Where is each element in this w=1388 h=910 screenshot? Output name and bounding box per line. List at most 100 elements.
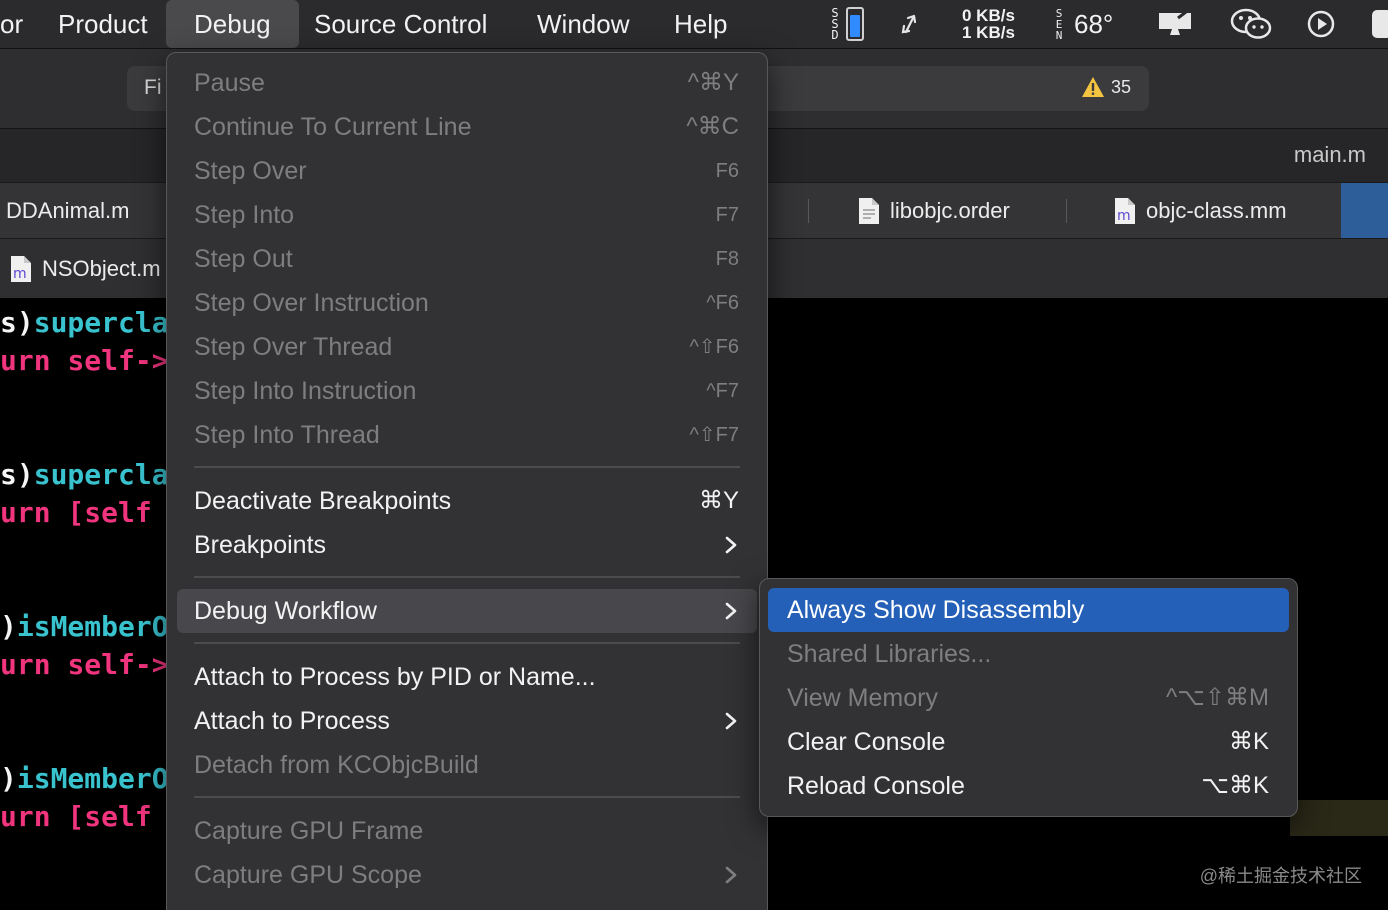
menu-item-debug[interactable]: Debug	[166, 0, 299, 48]
file-icon: m	[11, 256, 31, 282]
code-line: urn self->	[0, 648, 169, 681]
temperature-value: 68°	[1074, 8, 1114, 39]
menu-item-capture-gpu-scope[interactable]: Capture GPU Scope	[167, 853, 767, 897]
submenu-item-clear-console[interactable]: Clear Console ⌘K	[760, 720, 1297, 764]
code-token: urn	[0, 344, 68, 377]
menu-item-step-over-thread[interactable]: Step Over Thread ^⇧F6	[167, 325, 767, 369]
network-speed[interactable]: 0 KB/s 1 KB/s	[962, 0, 1015, 48]
wind-direction-label: SEN	[1055, 6, 1063, 42]
tab-selected-indicator[interactable]	[1341, 183, 1388, 239]
warning-count: 35	[1110, 76, 1131, 97]
display-icon[interactable]	[1156, 0, 1194, 48]
menu-item-shortcut: ^⇧F7	[689, 424, 739, 446]
submenu-item-view-memory[interactable]: View Memory ^⌥⇧⌘M	[760, 676, 1297, 720]
svg-text:m: m	[1117, 208, 1131, 224]
play-icon[interactable]	[1306, 0, 1336, 48]
menu-item-continue-to-current-line[interactable]: Continue To Current Line ^⌘C	[167, 105, 767, 149]
code-line: )isMemberO	[0, 762, 169, 795]
menu-item-help[interactable]: Help	[674, 0, 727, 48]
menu-item-label: Reload Console	[787, 772, 965, 800]
menu-item-product[interactable]: Product	[58, 0, 148, 48]
tab-libobjc-order[interactable]: libobjc.order	[858, 183, 1010, 239]
menu-item-step-out[interactable]: Step Out F8	[167, 237, 767, 281]
menu-item-deactivate-breakpoints[interactable]: Deactivate Breakpoints ⌘Y	[167, 479, 767, 523]
menu-item-label: Capture GPU Frame	[194, 817, 424, 845]
menu-item-label: Step Over Instruction	[194, 289, 429, 317]
menu-item-label: Always Show Disassembly	[787, 596, 1085, 624]
code-token: self->	[67, 344, 169, 377]
menu-item-shortcut: ⌘K	[1228, 728, 1269, 755]
menu-item-label: Debug Workflow	[194, 597, 377, 625]
menu-separator	[194, 576, 740, 578]
submenu-item-shared-libraries[interactable]: Shared Libraries...	[760, 632, 1297, 676]
current-line-highlight	[1290, 800, 1388, 836]
disk-level-icon	[846, 7, 864, 41]
menu-item-detach-from-process[interactable]: Detach from KCObjcBuild	[167, 743, 767, 787]
menu-item-label: Capture GPU Scope	[194, 861, 422, 889]
code-line: urn [self	[0, 800, 152, 833]
menu-item-attach-to-process[interactable]: Attach to Process	[167, 699, 767, 743]
menu-item-label: Attach to Process	[194, 707, 390, 735]
menu-separator	[194, 796, 740, 798]
ssd-indicator[interactable]: SSD	[830, 0, 864, 48]
menu-item-window[interactable]: Window	[537, 0, 629, 48]
svg-text:m: m	[13, 266, 27, 282]
warning-badge[interactable]: 35	[1081, 76, 1131, 98]
tab-ddanimal[interactable]: DDAnimal.m	[6, 183, 129, 239]
menu-item-shortcut: ^⌥⇧⌘M	[1165, 684, 1269, 711]
menu-item-label: Step Out	[194, 245, 293, 273]
activity-text: Fi	[144, 76, 162, 99]
menu-item-label: Breakpoints	[194, 531, 327, 559]
network-up-speed: 0 KB/s	[962, 6, 1015, 25]
code-token: isMemberO	[16, 610, 169, 643]
wechat-icon[interactable]	[1230, 0, 1274, 48]
menu-separator	[194, 466, 740, 468]
tab-divider	[1066, 199, 1067, 223]
menu-item-label: Step Over	[194, 157, 307, 185]
menu-separator	[194, 642, 740, 644]
tab-objc-class-mm[interactable]: m objc-class.mm	[1114, 183, 1287, 239]
menu-item-label: Detach from KCObjcBuild	[194, 751, 479, 779]
code-token: urn [	[0, 800, 85, 833]
weather-indicator[interactable]: SEN 68°	[1054, 0, 1114, 48]
menu-item-step-into-thread[interactable]: Step Into Thread ^⇧F7	[167, 413, 767, 457]
menu-item-step-over[interactable]: Step Over F6	[167, 149, 767, 193]
menu-item-label: Attach to Process by PID or Name...	[194, 663, 596, 691]
menu-item-debug-workflow[interactable]: Debug Workflow	[177, 589, 757, 633]
menu-item-pause[interactable]: Pause ^⌘Y	[167, 61, 767, 105]
menu-item-shortcut: ⌘Y	[698, 487, 739, 514]
menu-item-step-into-instruction[interactable]: Step Into Instruction ^F7	[167, 369, 767, 413]
menu-item-breakpoints[interactable]: Breakpoints	[167, 523, 767, 567]
menu-item-label: Deactivate Breakpoints	[194, 487, 452, 515]
menu-item-step-over-instruction[interactable]: Step Over Instruction ^F6	[167, 281, 767, 325]
debug-workflow-submenu: Always Show Disassembly Shared Libraries.…	[759, 578, 1298, 817]
file-icon: m	[1115, 198, 1135, 224]
network-down-speed: 1 KB/s	[962, 23, 1015, 42]
menu-item-editor[interactable]: or	[0, 0, 23, 48]
chevron-right-icon	[725, 866, 737, 884]
tab-divider	[808, 199, 809, 223]
code-token: self	[84, 800, 152, 833]
menu-item-step-into[interactable]: Step Into F7	[167, 193, 767, 237]
control-center-icon[interactable]	[1372, 0, 1388, 48]
code-line: s)supercla	[0, 458, 169, 491]
menu-item-attach-to-process-by-pid[interactable]: Attach to Process by PID or Name...	[167, 655, 767, 699]
code-token: )	[0, 610, 17, 643]
warning-icon	[1081, 77, 1104, 97]
submenu-item-always-show-disassembly[interactable]: Always Show Disassembly	[768, 588, 1289, 632]
submenu-item-reload-console[interactable]: Reload Console ⌥⌘K	[760, 764, 1297, 808]
menu-item-shortcut: ^⌘C	[686, 113, 739, 140]
tab-label: NSObject.m	[42, 256, 161, 281]
debug-menu: Pause ^⌘Y Continue To Current Line ^⌘C Step …	[166, 52, 768, 910]
tab-label: DDAnimal.m	[6, 198, 130, 223]
menu-item-source-control[interactable]: Source Control	[314, 0, 487, 48]
tab-label: libobjc.order	[890, 198, 1010, 223]
chevron-right-icon	[725, 602, 737, 620]
menu-item-label: Pause	[194, 69, 265, 97]
code-token: urn	[0, 648, 68, 681]
code-token: supercla	[33, 458, 169, 491]
sync-arrows-icon[interactable]	[898, 0, 920, 48]
code-token: self->	[67, 648, 169, 681]
tab-nsobject[interactable]: m NSObject.m	[10, 239, 161, 299]
menu-item-capture-gpu-frame[interactable]: Capture GPU Frame	[167, 809, 767, 853]
